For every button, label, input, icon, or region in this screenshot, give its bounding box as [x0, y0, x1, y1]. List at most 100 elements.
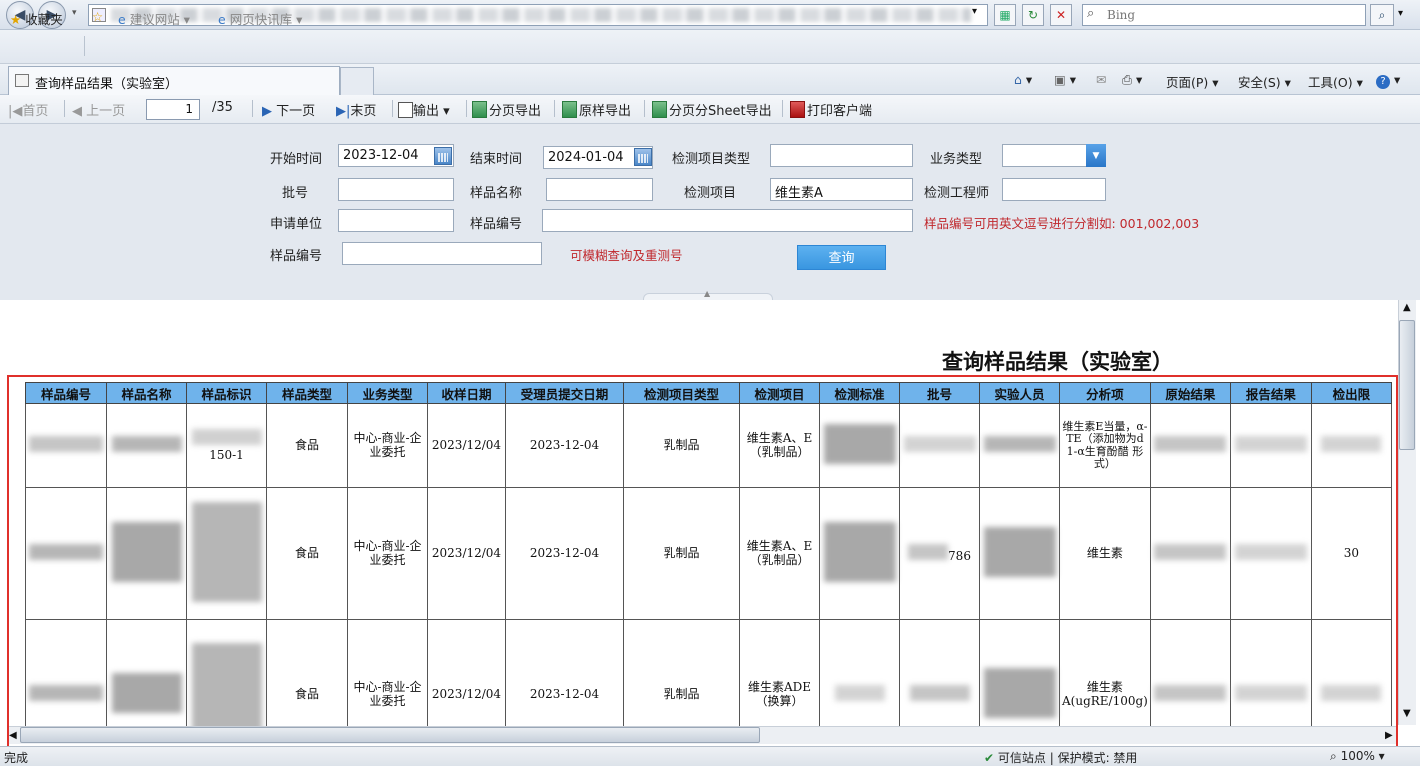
print-button[interactable]: ⎙ ▾: [1122, 72, 1142, 88]
feeds-button[interactable]: ▣ ▾: [1054, 72, 1076, 87]
page-menu[interactable]: 页面(P) ▾: [1166, 72, 1219, 91]
stop-icon: ✕: [1055, 8, 1067, 22]
search-placeholder: Bing: [1107, 8, 1136, 22]
first-page-label: 首页: [22, 104, 49, 119]
divider: [466, 100, 467, 117]
favorites-button[interactable]: ★ 收藏夹: [10, 9, 63, 28]
help-button[interactable]: ? ▾: [1376, 72, 1400, 89]
add-favorite-icon: ☆: [92, 9, 104, 24]
security-zone[interactable]: ✔ 可信站点 | 保护模式: 禁用: [984, 749, 1137, 766]
web-slice-gallery-link[interactable]: e 网页快讯库 ▾: [218, 9, 302, 28]
divider: [64, 100, 65, 117]
suggested-sites-label: 建议网站 ▾: [129, 12, 190, 27]
excel-icon: [472, 101, 487, 118]
start-time-label: 开始时间: [270, 152, 323, 167]
security-zone-label: 可信站点 | 保护模式: 禁用: [997, 751, 1138, 765]
paged-export-button[interactable]: 分页导出: [472, 100, 541, 119]
mail-button[interactable]: ✉: [1096, 72, 1106, 87]
zoom-icon: ⌕: [1330, 749, 1337, 763]
last-page-button[interactable]: ▶|末页: [336, 100, 376, 119]
home-button[interactable]: ⌂ ▾: [1014, 72, 1032, 87]
excel-icon: [562, 101, 577, 118]
trusted-site-icon: ✔: [984, 751, 995, 765]
tab-page-icon: [15, 74, 29, 87]
search-button[interactable]: ⌕: [1370, 4, 1394, 26]
first-page-icon: |◀: [8, 104, 23, 119]
sample-name-label: 样品名称: [470, 186, 523, 201]
export-icon: [398, 102, 413, 118]
batch-label: 批号: [282, 186, 309, 201]
new-tab-button[interactable]: [340, 67, 374, 95]
search-input[interactable]: ⌕ Bing: [1082, 4, 1366, 26]
excel-icon: [652, 101, 667, 118]
home-icon: ⌂: [1014, 72, 1022, 87]
scroll-up-icon[interactable]: ▲: [1403, 302, 1411, 313]
tools-menu[interactable]: 工具(O) ▾: [1308, 72, 1363, 91]
batch-input[interactable]: [338, 178, 454, 201]
scroll-down-icon[interactable]: ▼: [1403, 708, 1411, 719]
search-options-icon[interactable]: ▾: [1398, 8, 1403, 19]
export-label: 输出 ▾: [413, 104, 450, 119]
safety-menu[interactable]: 安全(S) ▾: [1238, 72, 1291, 91]
engineer-input[interactable]: [1002, 178, 1106, 201]
suggested-sites-link[interactable]: e 建议网站 ▾: [118, 9, 190, 28]
search-go-icon: ⌕: [1378, 7, 1386, 22]
history-dropdown-icon[interactable]: ▾: [72, 8, 77, 18]
sample-name-input[interactable]: [546, 178, 653, 201]
next-page-label: 下一页: [276, 104, 316, 119]
vertical-scroll-thumb[interactable]: [1399, 320, 1415, 450]
paged-export-label: 分页导出: [489, 104, 542, 119]
prev-page-button[interactable]: ◀ 上一页: [72, 100, 125, 119]
divider: [252, 100, 253, 117]
sheet-export-label: 分页分Sheet导出: [669, 104, 772, 119]
tab-title: 查询样品结果（实验室）: [35, 77, 179, 92]
sample-no-hint: 样品编号可用英文逗号进行分割如: 001,002,003: [924, 216, 1200, 231]
feeds-icon: ▣: [1054, 72, 1066, 87]
pdf-icon: [790, 101, 805, 118]
page-number-input[interactable]: 1: [146, 99, 200, 120]
sample-no-input[interactable]: [542, 209, 913, 232]
chevron-down-icon[interactable]: ▼: [1086, 144, 1106, 167]
calendar-icon[interactable]: [634, 148, 652, 166]
first-page-button[interactable]: |◀首页: [8, 100, 48, 119]
stop-button[interactable]: ✕: [1050, 4, 1072, 26]
compat-view-button[interactable]: ▦: [994, 4, 1016, 26]
refresh-button[interactable]: ↻: [1022, 4, 1044, 26]
add-favorite-button[interactable]: ☆: [92, 9, 103, 24]
ie-page-icon: e: [218, 12, 226, 27]
zoom-control[interactable]: ⌕ 100% ▾: [1330, 749, 1385, 764]
print-client-button[interactable]: 打印客户端: [790, 100, 872, 119]
last-page-label: 末页: [350, 104, 377, 119]
business-type-label: 业务类型: [930, 152, 983, 167]
divider: [782, 100, 783, 117]
end-time-label: 结束时间: [470, 152, 523, 167]
engineer-label: 检测工程师: [924, 186, 990, 201]
favorites-label: 收藏夹: [25, 12, 63, 27]
sample-no2-label: 样品编号: [270, 249, 323, 264]
export-menu-button[interactable]: 输出 ▾: [398, 100, 450, 119]
sheet-export-button[interactable]: 分页分Sheet导出: [652, 100, 772, 119]
test-item-input[interactable]: 维生素A: [770, 178, 913, 201]
calendar-icon[interactable]: [434, 147, 452, 165]
refresh-icon: ↻: [1027, 8, 1039, 22]
ie-page-icon: e: [118, 12, 126, 27]
search-icon: ⌕: [1087, 6, 1095, 21]
test-item-label: 检测项目: [684, 186, 737, 201]
raw-export-button[interactable]: 原样导出: [562, 100, 631, 119]
sample-no2-input[interactable]: [342, 242, 542, 265]
query-button[interactable]: 查询: [797, 245, 886, 270]
print-client-label: 打印客户端: [807, 104, 873, 119]
applicant-input[interactable]: [338, 209, 454, 232]
raw-export-label: 原样导出: [579, 104, 632, 119]
prev-page-icon: ◀: [72, 104, 82, 119]
favorites-star-icon: ★: [10, 12, 22, 27]
tab-query-results[interactable]: 查询样品结果（实验室）: [8, 66, 340, 95]
next-page-button[interactable]: ▶ 下一页: [262, 100, 315, 119]
status-text: 完成: [4, 751, 29, 765]
url-dropdown-icon[interactable]: ▾: [972, 6, 986, 24]
divider: [84, 36, 85, 56]
divider: [392, 100, 393, 117]
item-type-input[interactable]: [770, 144, 913, 167]
sample-no-label: 样品编号: [470, 217, 523, 232]
page-total: /35: [212, 100, 233, 115]
